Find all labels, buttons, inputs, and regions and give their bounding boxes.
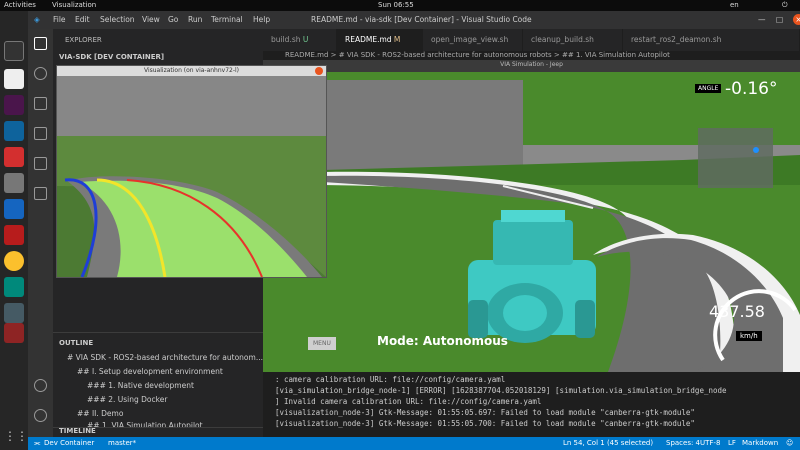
driving-mode-label: Mode: Autonomous — [377, 334, 508, 348]
window-title: README.md - via-sdk [Dev Container] - Vi… — [311, 15, 532, 24]
minimap — [698, 128, 773, 188]
terminal-line: [visualization_node-3] Gtk-Message: 01:5… — [275, 408, 695, 417]
maximize-button[interactable]: □ — [776, 15, 783, 24]
slack-icon[interactable] — [4, 95, 24, 115]
clock[interactable]: Sun 06:55 — [378, 1, 414, 9]
settings-gear-icon[interactable] — [34, 409, 47, 422]
outline-item[interactable]: ## II. Demo — [77, 409, 123, 418]
remote-explorer-icon[interactable] — [34, 187, 47, 200]
menu-button[interactable]: MENU — [308, 337, 336, 350]
menu-go[interactable]: Go — [168, 15, 178, 24]
terminal-line: [via_simulation_bridge_node-1] [ERROR] [… — [275, 386, 727, 395]
viz-window-title: Visualization (on via-anhnv72-l) — [143, 67, 240, 74]
extensions-icon[interactable] — [34, 157, 47, 170]
tab-cleanup-build[interactable]: cleanup_build.sh — [523, 29, 623, 51]
vscode-logo-icon: ◈ — [34, 15, 40, 24]
terminal-line: ] Invalid camera calibration URL: file:/… — [275, 397, 542, 406]
anydesk-icon[interactable] — [4, 147, 24, 167]
tab-build-sh[interactable]: build.sh U — [263, 29, 337, 51]
breadcrumb: README.md > # VIA SDK - ROS2-based archi… — [263, 51, 800, 60]
tab-restart-ros2[interactable]: restart_ros2_deamon.sh — [623, 29, 800, 51]
angle-label: ANGLE — [695, 84, 722, 93]
tab-open-image-view[interactable]: open_image_view.sh — [423, 29, 523, 51]
viz-close-button[interactable] — [315, 67, 323, 75]
outline-item[interactable]: # VIA SDK - ROS2-based architecture for … — [67, 353, 263, 362]
menu-selection[interactable]: Selection — [100, 15, 135, 24]
lane-detection-view — [57, 76, 326, 277]
dock: ⋮⋮ — [0, 11, 28, 450]
outline-item[interactable]: ### 2. Using Docker — [87, 395, 167, 404]
speed-unit: km/h — [736, 331, 762, 341]
menu-help[interactable]: Help — [253, 15, 270, 24]
menu-run[interactable]: Run — [188, 15, 202, 24]
outline-header[interactable]: OUTLINE — [59, 339, 93, 347]
terminal-line: [visualization_node-3] Gtk-Message: 01:5… — [275, 419, 695, 428]
account-icon[interactable] — [34, 379, 47, 392]
explorer-header: EXPLORER — [65, 36, 102, 44]
remote-indicator-icon[interactable]: ⫘ — [34, 439, 40, 448]
divider — [53, 332, 263, 333]
menu-terminal[interactable]: Terminal — [211, 15, 243, 24]
activity-bar — [28, 29, 53, 437]
image-viewer-icon[interactable] — [4, 303, 24, 323]
minimize-button[interactable]: — — [758, 15, 766, 24]
show-apps-icon[interactable]: ⋮⋮ — [4, 429, 28, 449]
explorer-icon[interactable] — [34, 37, 47, 50]
language-indicator[interactable]: en — [730, 1, 739, 9]
visualization-app-icon[interactable] — [4, 323, 24, 343]
timeline-header[interactable]: TIMELINE — [59, 427, 96, 435]
cursor-position[interactable]: Ln 54, Col 1 (45 selected) — [563, 439, 653, 447]
terminal-line: : camera calibration URL: file://config/… — [275, 375, 506, 384]
gitkraken-icon[interactable] — [4, 277, 24, 297]
terminal-panel[interactable]: : camera calibration URL: file://config/… — [263, 372, 800, 437]
language-mode[interactable]: Markdown — [742, 439, 778, 447]
workspace-folder[interactable]: VIA-SDK [DEV CONTAINER] — [59, 53, 164, 61]
wps-icon[interactable] — [4, 199, 24, 219]
search-icon[interactable] — [34, 67, 47, 80]
menu-file[interactable]: File — [53, 15, 66, 24]
remote-container[interactable]: Dev Container — [44, 439, 94, 447]
encoding[interactable]: UTF-8 — [700, 439, 720, 447]
simulation-view[interactable]: VIA Simulation - Jeep ANGLE -0.16° 437.5… — [263, 60, 800, 372]
menu-view[interactable]: View — [142, 15, 160, 24]
status-bar: ⫘ Dev Container master* Ln 54, Col 1 (45… — [28, 437, 800, 450]
chrome-icon[interactable] — [4, 251, 24, 271]
activities-button[interactable]: Activities — [4, 1, 36, 9]
files-icon[interactable] — [4, 69, 24, 89]
power-icon[interactable]: ⏻ — [782, 1, 788, 10]
editor-tabs: build.sh U README.md M open_image_view.s… — [263, 29, 800, 51]
archive-icon[interactable] — [4, 173, 24, 193]
vscode-icon[interactable] — [4, 121, 24, 141]
speed-value: 437.58 — [709, 302, 765, 321]
title-bar: ◈ File Edit Selection View Go Run Termin… — [28, 11, 800, 29]
indentation[interactable]: Spaces: 4 — [666, 439, 700, 447]
visualization-window[interactable]: Visualization (on via-anhnv72-l) — [56, 65, 327, 278]
close-button[interactable]: × — [793, 14, 800, 25]
outline-item[interactable]: ## I. Setup development environment — [77, 367, 223, 376]
outline-item[interactable]: ### 1. Native development — [87, 381, 194, 390]
active-app-menu[interactable]: Visualization — [52, 1, 96, 9]
terminal-icon[interactable] — [4, 41, 24, 61]
git-branch[interactable]: master* — [108, 439, 136, 447]
source-control-icon[interactable] — [34, 97, 47, 110]
sim-window-title: VIA Simulation - Jeep — [500, 61, 563, 68]
system-monitor-icon[interactable] — [4, 225, 24, 245]
tab-readme[interactable]: README.md M — [337, 29, 423, 51]
line-ending[interactable]: LF — [728, 439, 736, 447]
angle-value: -0.16° — [725, 79, 778, 99]
run-debug-icon[interactable] — [34, 127, 47, 140]
menu-edit[interactable]: Edit — [75, 15, 90, 24]
feedback-icon[interactable]: ☺ — [786, 439, 793, 447]
system-top-bar: Activities Visualization Sun 06:55 en ⏻ — [0, 0, 800, 11]
